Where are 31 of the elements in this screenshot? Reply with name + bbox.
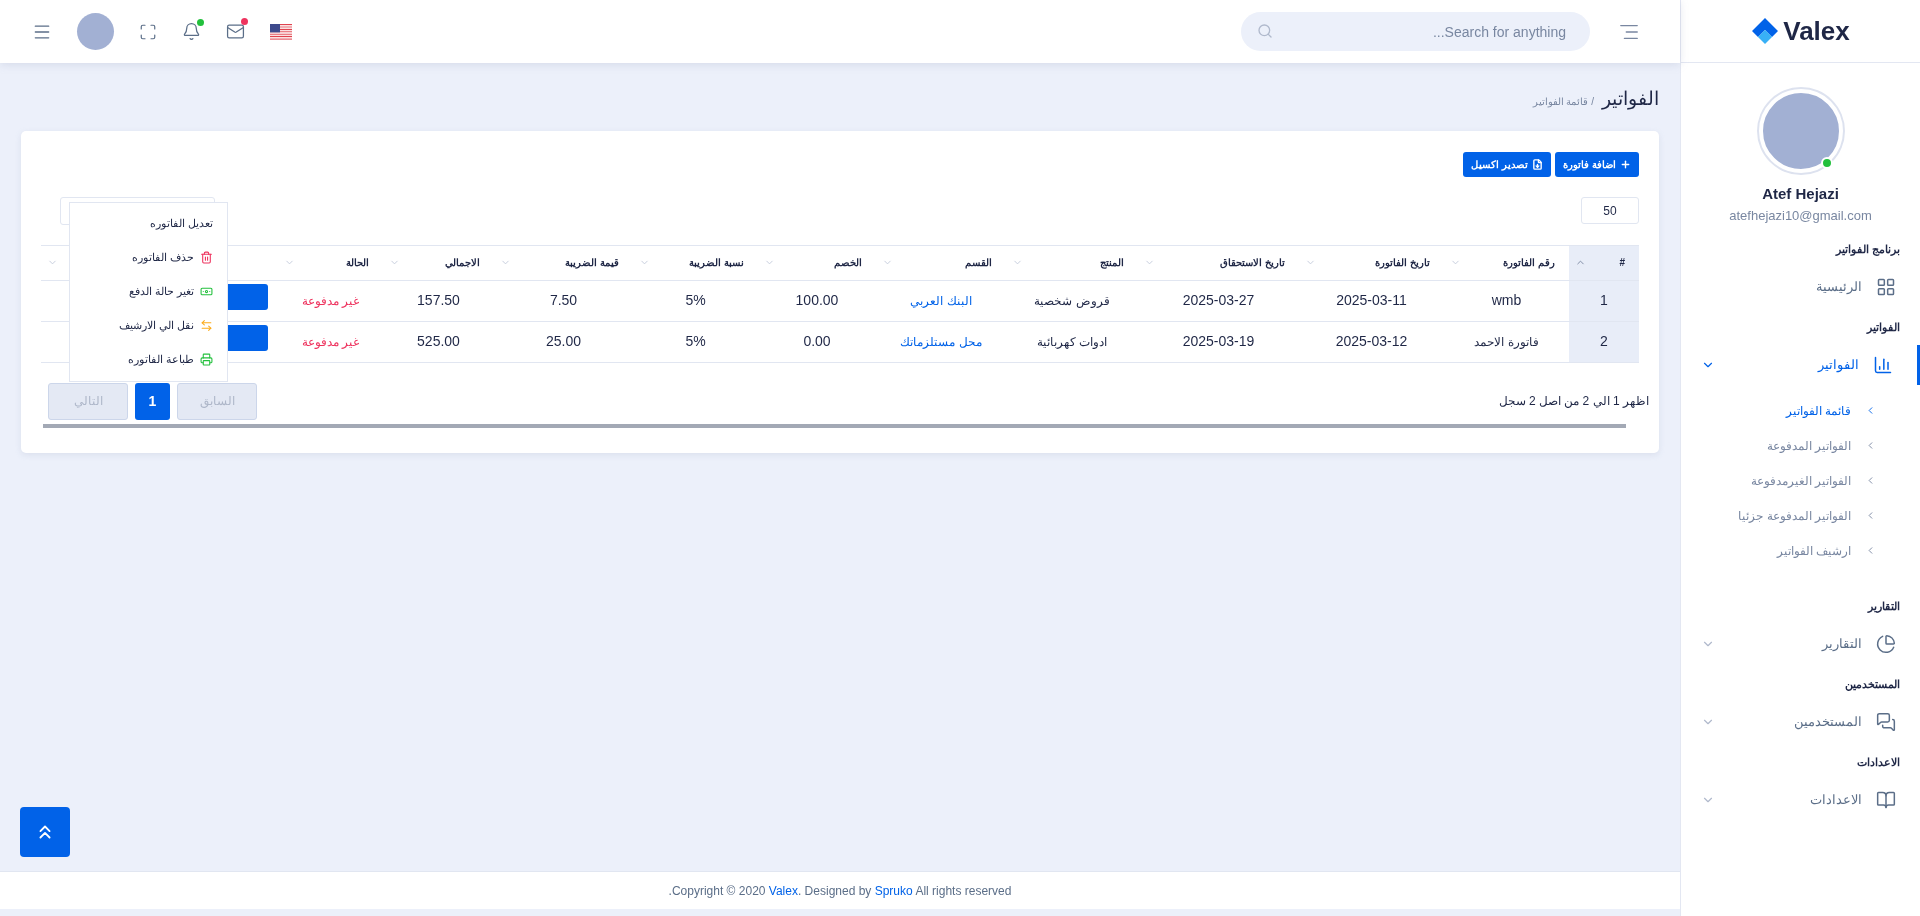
table-cell: 2025-03-12	[1335, 333, 1408, 349]
table-cell: 1	[1600, 292, 1608, 308]
copyright-text: .Copyright © 2020 Valex. Designed by Spruko All rights reserved	[668, 882, 1012, 900]
sidebar-section-title: برنامج الفواتير	[1834, 242, 1901, 258]
table-cell: 5%	[685, 333, 706, 349]
table-cell: 25.00	[545, 333, 581, 349]
table-cell: 2	[1600, 333, 1608, 349]
page-title: الفواتير	[1602, 87, 1659, 112]
table-cell: 525.00	[417, 333, 460, 349]
table-cell: قروض شخصية	[1034, 293, 1110, 308]
table-cell: 100.00	[795, 292, 839, 308]
table-cell: 157.50	[417, 292, 460, 308]
table-cell: 7.50	[549, 292, 578, 308]
table-cell: 5%	[685, 292, 706, 308]
table-cell: فاتورة الاحمد	[1474, 334, 1539, 349]
sidebar-section-title: الفواتير	[1865, 320, 1901, 336]
user-name: Atef Hejazi	[1762, 184, 1839, 204]
table-cell: 2025-03-11	[1336, 292, 1407, 308]
table-cell: ادوات كهربائية	[1036, 334, 1108, 349]
table-cell: wmb	[1491, 292, 1522, 308]
sidebar-section-title: المستخدمين	[1844, 677, 1901, 693]
table-cell: 2025-03-27	[1182, 292, 1255, 308]
sidebar-section-title: التقارير	[1866, 599, 1901, 615]
status-text: غير مدفوعة	[301, 293, 360, 308]
sidebar-section-title: الاعدادات	[1856, 755, 1901, 770]
table-cell: 2025-03-19	[1182, 333, 1255, 349]
breadcrumb: / قائمة الفواتير	[1532, 95, 1594, 109]
pagination-info: اظهر 1 الي 2 من اصل 2 سجل	[1498, 393, 1649, 410]
table-cell: 0.00	[803, 333, 831, 349]
status-text: غير مدفوعة	[301, 334, 360, 349]
user-email: atefhejazi10@gmail.com	[1729, 206, 1872, 225]
